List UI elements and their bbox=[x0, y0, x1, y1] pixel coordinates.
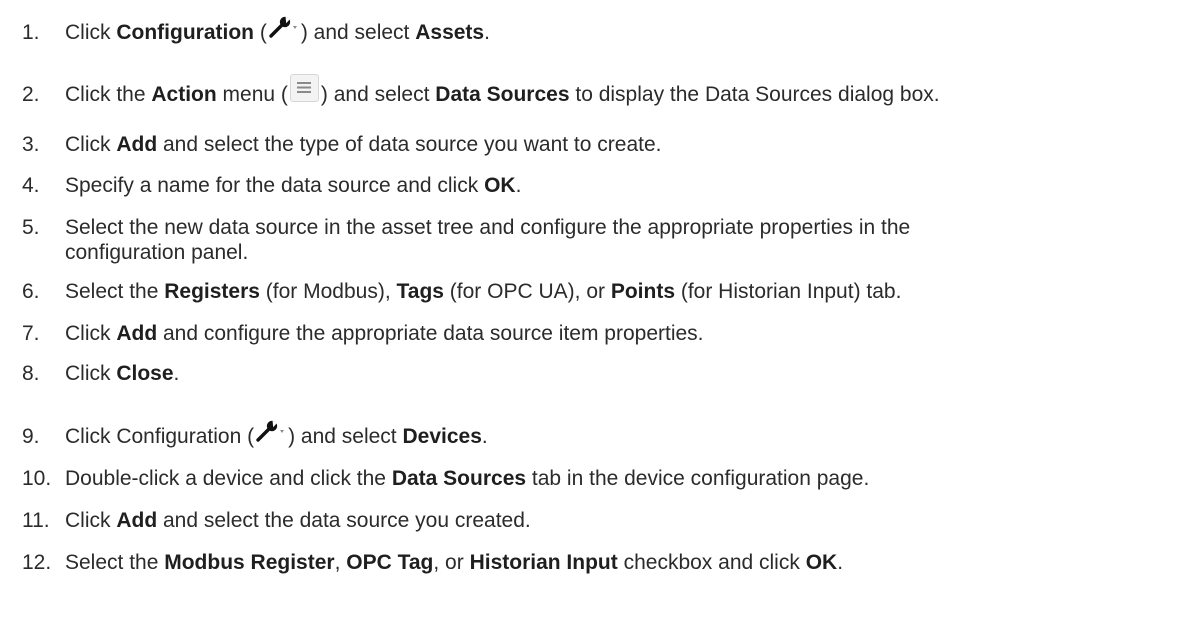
step-text-fragment: menu ( bbox=[216, 83, 288, 106]
step-text: Click the Action menu ( ) and select Data… bbox=[65, 74, 940, 109]
ui-term: Modbus Register bbox=[164, 551, 335, 574]
step-number: 1. bbox=[22, 21, 40, 44]
step-text-fragment: Specify a name for the data source and c… bbox=[65, 174, 485, 197]
step-text-fragment: Double-click a device and click the bbox=[65, 467, 392, 490]
step-text-fragment: tab in the device configuration page. bbox=[526, 467, 870, 490]
step-text-fragment: configuration panel. bbox=[65, 241, 249, 264]
ui-term: Add bbox=[116, 509, 158, 532]
wrench-icon bbox=[268, 15, 300, 39]
step-text-fragment: and select the type of data source you w… bbox=[157, 133, 662, 156]
step-text-fragment: Select the bbox=[65, 280, 165, 303]
ui-term: Close bbox=[116, 362, 174, 385]
step-text-fragment: . bbox=[173, 362, 180, 385]
step-text-fragment: Click bbox=[65, 322, 117, 345]
step-text-fragment: , bbox=[334, 551, 347, 574]
step-text-fragment: . bbox=[481, 425, 488, 448]
step-number: 12. bbox=[22, 551, 52, 574]
step-number: 9. bbox=[22, 425, 40, 448]
wrench-icon bbox=[255, 419, 287, 443]
ui-term: Add bbox=[116, 133, 158, 156]
step-text-fragment: . bbox=[837, 551, 844, 574]
step-text-fragment: , or bbox=[433, 551, 470, 574]
step-text-fragment: Click bbox=[65, 21, 117, 44]
step-text: Click Close. bbox=[65, 360, 179, 388]
ui-term: Points bbox=[610, 280, 675, 303]
step-number: 10. bbox=[22, 467, 52, 490]
ui-term: Data Sources bbox=[435, 83, 570, 106]
step-text-fragment: (for Historian Input) tab. bbox=[675, 280, 902, 303]
step-text-fragment: Select the bbox=[65, 551, 165, 574]
step-text: Select the Modbus Register, OPC Tag, or … bbox=[65, 549, 843, 577]
step-text-fragment: (for Modbus), bbox=[259, 280, 397, 303]
ui-term: Tags bbox=[396, 280, 444, 303]
step-text-fragment: Click bbox=[65, 509, 117, 532]
step-text-fragment: Click bbox=[65, 362, 117, 385]
step-text: configuration panel. bbox=[65, 239, 248, 267]
step-text: Specify a name for the data source and c… bbox=[65, 172, 521, 200]
ui-term: Configuration bbox=[116, 21, 254, 44]
step-number: 11. bbox=[22, 509, 50, 532]
ui-term: OK bbox=[484, 174, 516, 197]
step-text-fragment: to display the Data Sources dialog box. bbox=[569, 83, 940, 106]
step-text-fragment: Select the new data source in the asset … bbox=[65, 216, 911, 239]
step-text-fragment: ) and select bbox=[320, 83, 436, 106]
step-text-fragment: Click bbox=[65, 133, 117, 156]
ui-term: Action bbox=[151, 83, 217, 106]
step-text-fragment: Click the bbox=[65, 83, 152, 106]
step-text-fragment: checkbox and click bbox=[617, 551, 806, 574]
step-text: Click Add and select the type of data so… bbox=[65, 131, 661, 159]
ui-term: Registers bbox=[164, 280, 260, 303]
step-number: 8. bbox=[22, 362, 40, 385]
step-number: 3. bbox=[22, 133, 40, 156]
step-text: Click Add and configure the appropriate … bbox=[65, 320, 704, 348]
step-number: 6. bbox=[22, 280, 40, 303]
step-number: 5. bbox=[22, 216, 40, 239]
step-text-fragment: ) and select bbox=[288, 425, 403, 448]
step-text-fragment: and configure the appropriate data sourc… bbox=[157, 322, 704, 345]
step-text-fragment: (for OPC UA), or bbox=[443, 280, 611, 303]
step-number: 4. bbox=[22, 174, 40, 197]
menu-icon bbox=[289, 74, 319, 103]
step-text-fragment: ( bbox=[253, 21, 267, 44]
ui-term: Add bbox=[116, 322, 158, 345]
step-text-fragment: and select the data source you created. bbox=[157, 509, 531, 532]
step-text: Click Add and select the data source you… bbox=[65, 507, 531, 535]
step-text-fragment: . bbox=[484, 21, 490, 44]
step-text-fragment: . bbox=[515, 174, 522, 197]
step-number: 2. bbox=[22, 83, 40, 106]
step-text: Click Configuration ( ) and select Device… bbox=[65, 420, 488, 451]
step-text-fragment: Click Configuration ( bbox=[65, 425, 255, 448]
ui-term: Historian Input bbox=[469, 551, 618, 574]
ui-term: OK bbox=[805, 551, 838, 574]
step-text: Click Configuration ( ) and select Assets… bbox=[65, 16, 490, 47]
ui-term: Devices bbox=[402, 425, 482, 448]
ui-term: OPC Tag bbox=[346, 551, 434, 574]
step-text: Select the new data source in the asset … bbox=[65, 214, 910, 242]
ui-term: Data Sources bbox=[391, 467, 527, 490]
step-text: Select the Registers (for Modbus), Tags … bbox=[65, 278, 901, 306]
step-number: 7. bbox=[22, 322, 40, 345]
step-text: Double-click a device and click the Data… bbox=[65, 465, 869, 493]
step-text-fragment: ) and select bbox=[300, 21, 416, 44]
ui-term: Assets bbox=[415, 21, 485, 44]
